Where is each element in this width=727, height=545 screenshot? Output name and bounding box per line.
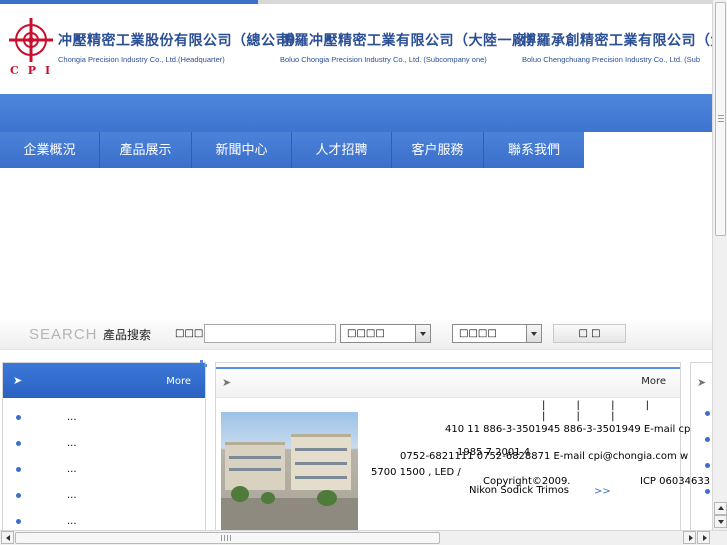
company-name-en: Boluo Chongia Precision Industry Co., Lt…: [280, 55, 487, 64]
window-row: [295, 448, 347, 451]
center-more-link[interactable]: More: [641, 376, 666, 387]
nav-item-company-profile[interactable]: 企業概況: [0, 132, 100, 168]
vertical-scroll-thumb[interactable]: [715, 2, 726, 236]
bullet-icon: [16, 415, 21, 420]
site-header: CPI 冲壓精密工業股份有限公司（總公司） Chongia Precision …: [0, 4, 712, 92]
arrow-right-icon: ➤: [222, 376, 232, 389]
window-row: [295, 462, 347, 465]
factory-building: [225, 442, 285, 490]
category-select-value: □□□□: [347, 328, 385, 339]
factory-photo: [221, 412, 358, 533]
intro-line: 5700 1500 , LED /: [371, 467, 461, 478]
intro-line: 0752-6821111 0752-6828871 E-mail cpi@cho…: [400, 451, 689, 462]
page: CPI 冲壓精密工業股份有限公司（總公司） Chongia Precision …: [0, 0, 727, 545]
company-headquarter: 冲壓精密工業股份有限公司（總公司） Chongia Precision Indu…: [58, 30, 305, 64]
search-input[interactable]: [204, 324, 336, 343]
separator-bars: | | | | | | |: [542, 400, 664, 422]
list-item-text[interactable]: ...: [67, 412, 77, 423]
vertical-scrollbar[interactable]: [712, 0, 727, 530]
bullet-icon: [16, 467, 21, 472]
scroll-up-button[interactable]: [714, 502, 727, 515]
list-item[interactable]: ...: [3, 406, 205, 432]
main-nav: 企業概況 產品展示 新聞中心 人才招聘 客户服務 聯系我們: [0, 132, 584, 168]
search-label-cn: 產品搜索: [103, 328, 152, 342]
arrow-right-icon: ➤: [697, 376, 707, 389]
nav-item-customer-service[interactable]: 客户服務: [392, 132, 484, 168]
nav-item-careers[interactable]: 人才招聘: [292, 132, 392, 168]
nav-item-contact[interactable]: 聯系我們: [484, 132, 584, 168]
scroll-down-button[interactable]: [714, 515, 727, 528]
left-news-panel: ➤ More ... ... ... ... ...: [2, 362, 206, 532]
bullet-icon: [705, 411, 710, 416]
search-button[interactable]: □ □: [553, 324, 626, 343]
company-intro-panel: ➤ More | | | | | | | 410 11 886-3-350194…: [215, 362, 710, 533]
bullet-icon: [705, 437, 710, 442]
company-name-cn: 博羅承創精密工業有限公司（大: [522, 33, 712, 49]
intro-line: 410 11 886-3-3501945 886-3-3501949 E-mai…: [445, 424, 691, 435]
list-item-text[interactable]: ...: [67, 438, 77, 449]
nav-item-products[interactable]: 產品展示: [100, 132, 192, 168]
list-item[interactable]: ...: [3, 458, 205, 484]
chevron-down-icon[interactable]: [526, 325, 541, 342]
tree: [231, 486, 249, 502]
panel-corner-decoration: [200, 360, 207, 367]
subcategory-select[interactable]: □□□□: [452, 324, 542, 343]
list-item[interactable]: ...: [3, 484, 205, 510]
search-heading: SEARCH: [29, 326, 98, 343]
scroll-left-button[interactable]: [1, 531, 14, 544]
grip-icon: [718, 115, 724, 123]
logo-letters: CPI: [10, 64, 60, 77]
company-name-en: Boluo Chengchuang Precision Industry Co.…: [522, 55, 701, 64]
company-subcompany-one: 博羅冲壓精密工業有限公司（大陸一廠） Boluo Chongia Precisi…: [280, 30, 541, 64]
company-chengchuang: 博羅承創精密工業有限公司（大 Boluo Chengchuang Precisi…: [522, 30, 712, 64]
scroll-right-button[interactable]: [683, 531, 696, 544]
window-row: [295, 476, 347, 479]
bullet-icon: [705, 489, 710, 494]
left-news-list: ... ... ... ... ...: [3, 406, 205, 536]
list-item-text[interactable]: ...: [67, 516, 77, 527]
bullet-icon: [16, 493, 21, 498]
horizontal-scrollbar[interactable]: [0, 530, 727, 545]
intro-line: Nikon Sodick Trimos: [469, 485, 569, 496]
grip-icon: [221, 535, 233, 541]
window-row: [229, 456, 281, 459]
center-panel-header: ➤ More: [216, 363, 680, 398]
tree: [261, 492, 275, 504]
arrow-right-icon: ➤: [13, 374, 23, 387]
company-name-en: Chongia Precision Industry Co., Ltd.(Hea…: [58, 55, 225, 64]
bullet-icon: [16, 441, 21, 446]
left-more-link[interactable]: More: [166, 376, 191, 387]
subcategory-select-value: □□□□: [459, 328, 497, 339]
category-select[interactable]: □□□□: [340, 324, 431, 343]
left-panel-header: ➤ More: [3, 363, 205, 398]
bullet-icon: [705, 463, 710, 468]
courtyard: [221, 498, 358, 533]
tree: [317, 490, 337, 506]
list-item-text[interactable]: ...: [67, 490, 77, 501]
window-row: [229, 468, 281, 471]
scroll-right-button[interactable]: [697, 531, 710, 544]
list-item[interactable]: ...: [3, 432, 205, 458]
company-name-cn: 冲壓精密工業股份有限公司（總公司）: [58, 33, 305, 49]
nav-item-news[interactable]: 新聞中心: [192, 132, 292, 168]
company-name-cn: 博羅冲壓精密工業有限公司（大陸一廠）: [280, 33, 541, 49]
right-panel: ➤: [690, 362, 712, 532]
list-item-text[interactable]: ...: [67, 464, 77, 475]
read-more-link[interactable]: >>: [594, 486, 611, 497]
header-rule: [216, 367, 680, 369]
product-search-bar: SEARCH 產品搜索 □□□□ □□□□ □□□□ □ □: [0, 318, 712, 350]
blue-banner-band: [0, 94, 712, 132]
horizontal-scroll-thumb[interactable]: [15, 532, 440, 544]
chevron-down-icon[interactable]: [415, 325, 430, 342]
bullet-icon: [16, 519, 21, 524]
